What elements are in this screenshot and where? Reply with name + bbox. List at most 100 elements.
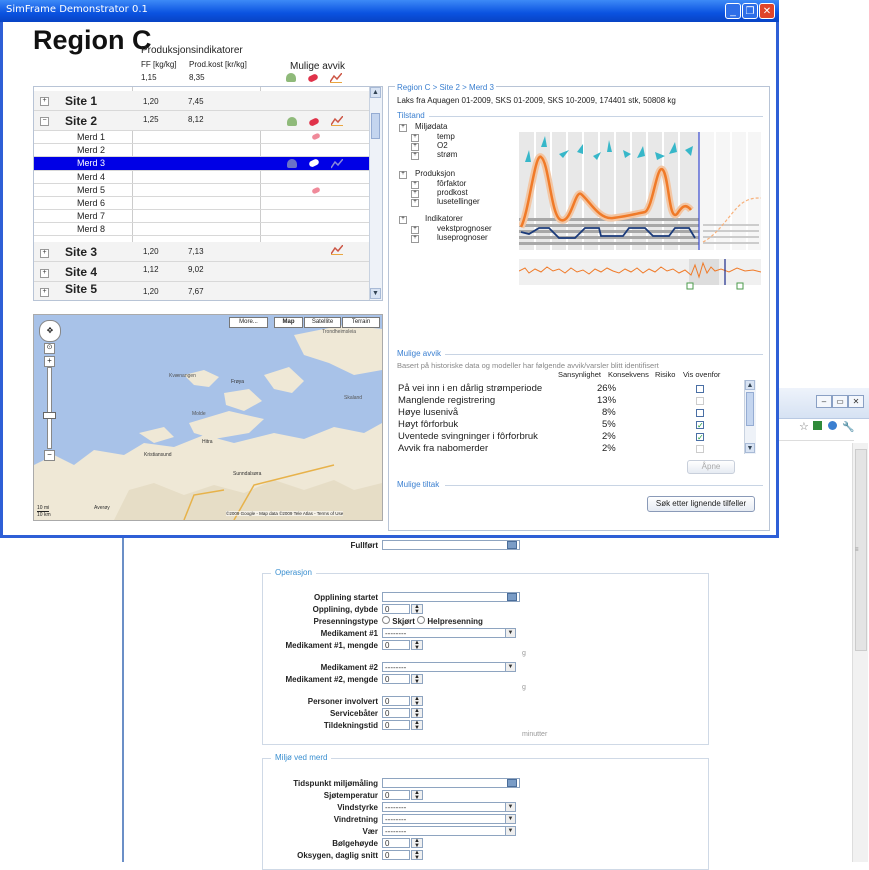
- restore-icon[interactable]: ❐: [742, 3, 758, 19]
- tree-row-merd-7[interactable]: Merd 7: [34, 210, 369, 223]
- chevron-down-icon[interactable]: ▼: [505, 629, 515, 637]
- tree-prodkost[interactable]: prodkost: [437, 188, 468, 197]
- map-map-button[interactable]: Map: [274, 317, 303, 328]
- tree-row-merd-3[interactable]: Merd 3: [34, 157, 369, 171]
- map-terrain-button[interactable]: Terrain: [342, 317, 380, 328]
- map-view[interactable]: ✥ ⊙ + − More... Map Satellite Terrain Kv…: [33, 314, 383, 521]
- tree-temp[interactable]: temp: [437, 132, 455, 141]
- expand-icon[interactable]: +: [411, 143, 419, 151]
- tree-row-merd-1[interactable]: Merd 1: [34, 131, 369, 144]
- tree-scrollbar[interactable]: ▲ ▼: [369, 87, 382, 300]
- tree-row-merd-8[interactable]: Merd 8: [34, 223, 369, 236]
- expand-icon[interactable]: +: [411, 181, 419, 189]
- avvik-row[interactable]: Høyt fôrforbuk 5% ✓: [396, 419, 741, 430]
- tree-vekstprognoser[interactable]: vekstprognoser: [437, 224, 492, 233]
- zoom-in-icon[interactable]: +: [44, 356, 55, 367]
- browser-scrollbar[interactable]: ≡: [852, 443, 868, 862]
- medikament2-select[interactable]: -------- ▼: [382, 662, 516, 672]
- page-icon[interactable]: [827, 421, 837, 430]
- expand-icon[interactable]: +: [411, 199, 419, 207]
- spinner-icon[interactable]: ▲ ▼: [411, 604, 423, 615]
- search-similar-button[interactable]: Søk etter lignende tilfeller: [647, 496, 755, 512]
- chevron-down-icon[interactable]: ▼: [505, 663, 515, 671]
- avvik-row[interactable]: På vei inn i en dårlig strømperiode 26%: [396, 383, 741, 394]
- bolgehoyde-input[interactable]: 0: [382, 838, 410, 848]
- timeline-strip[interactable]: [519, 259, 761, 293]
- expand-icon[interactable]: +: [411, 235, 419, 243]
- radio-helpresenning[interactable]: [417, 616, 426, 624]
- tree-row-merd-2[interactable]: Merd 2: [34, 144, 369, 157]
- medikament1-select[interactable]: -------- ▼: [382, 628, 516, 638]
- medicine-icon[interactable]: [311, 132, 321, 141]
- expand-icon[interactable]: +: [40, 249, 49, 258]
- pan-control-icon[interactable]: ✥: [39, 320, 61, 342]
- tree-lusetellinger[interactable]: lusetellinger: [437, 197, 480, 206]
- calendar-icon[interactable]: [507, 593, 517, 601]
- vis-checkbox[interactable]: [696, 397, 704, 405]
- spinner-icon[interactable]: ▲ ▼: [411, 708, 423, 719]
- spinner-icon[interactable]: ▲ ▼: [411, 674, 423, 685]
- medicine-icon[interactable]: [308, 158, 320, 168]
- spinner-icon[interactable]: ▲ ▼: [411, 838, 423, 849]
- zoom-slider[interactable]: [47, 367, 52, 449]
- tree-row-site-5[interactable]: + Site 5 1,20 7,67: [34, 282, 369, 300]
- tildekningstid-input[interactable]: 0: [382, 720, 410, 730]
- radio-skjort[interactable]: [382, 616, 390, 624]
- vis-checkbox-checked[interactable]: ✓: [696, 433, 704, 442]
- chart-warning-icon[interactable]: [330, 158, 344, 171]
- medikament2-mengde-input[interactable]: 0: [382, 674, 410, 684]
- expand-icon[interactable]: +: [40, 288, 49, 297]
- tree-miljodata[interactable]: Miljødata: [415, 122, 447, 131]
- spinner-icon[interactable]: ▲ ▼: [411, 696, 423, 707]
- star-icon[interactable]: ☆: [799, 421, 809, 433]
- spinner-icon[interactable]: ▲ ▼: [411, 720, 423, 731]
- chart-warning-icon[interactable]: [330, 244, 344, 257]
- expand-icon[interactable]: +: [399, 124, 407, 132]
- tree-luseprognoser[interactable]: luseprognoser: [437, 233, 488, 242]
- tree-row-merd-4[interactable]: Merd 4: [34, 171, 369, 184]
- vis-checkbox[interactable]: [696, 409, 704, 417]
- tree-row-site-1[interactable]: + Site 1 1,20 7,45: [34, 91, 369, 111]
- tree-row-merd-6[interactable]: Merd 6: [34, 197, 369, 210]
- chevron-down-icon[interactable]: ▼: [505, 803, 515, 811]
- home-icon[interactable]: ⊙: [44, 343, 55, 354]
- tree-row-site-3[interactable]: + Site 3 1,20 7,13: [34, 242, 369, 262]
- vindstyrke-select[interactable]: -------- ▼: [382, 802, 516, 812]
- expand-icon[interactable]: +: [411, 134, 419, 142]
- calendar-icon[interactable]: [507, 541, 517, 549]
- scroll-thumb[interactable]: [746, 392, 754, 426]
- fish-health-icon[interactable]: [287, 159, 297, 168]
- vis-checkbox[interactable]: [696, 445, 704, 453]
- opplining-startet-input[interactable]: [382, 592, 520, 602]
- tree-forfaktor[interactable]: fôrfaktor: [437, 179, 466, 188]
- tree-indikatorer[interactable]: Indikatorer: [425, 214, 463, 223]
- medicine-icon[interactable]: [311, 186, 321, 195]
- map-satellite-button[interactable]: Satellite: [304, 317, 341, 328]
- personer-input[interactable]: 0: [382, 696, 410, 706]
- wrench-icon[interactable]: 🔧: [842, 422, 854, 433]
- avvik-row[interactable]: Avvik fra nabomerder 2%: [396, 443, 741, 454]
- chevron-up-icon[interactable]: ▲: [370, 87, 381, 98]
- close-icon[interactable]: ✕: [848, 395, 864, 408]
- expand-icon[interactable]: +: [399, 171, 407, 179]
- fish-health-icon[interactable]: [286, 73, 296, 82]
- vis-checkbox-checked[interactable]: ✓: [696, 421, 704, 430]
- avvik-scrollbar[interactable]: ▲ ▼: [744, 380, 756, 454]
- vaer-select[interactable]: -------- ▼: [382, 826, 516, 836]
- expand-icon[interactable]: +: [411, 152, 419, 160]
- tree-row-merd-5[interactable]: Merd 5: [34, 184, 369, 197]
- spinner-icon[interactable]: ▲ ▼: [411, 850, 423, 861]
- spinner-icon[interactable]: ▲ ▼: [411, 640, 423, 651]
- collapse-icon[interactable]: −: [40, 117, 49, 126]
- breadcrumb[interactable]: Region C > Site 2 > Merd 3: [395, 83, 496, 92]
- opplining-dybde-input[interactable]: 0: [382, 604, 410, 614]
- tree-produksjon[interactable]: Produksjon: [415, 169, 455, 178]
- minimize-icon[interactable]: _: [725, 3, 741, 19]
- expand-icon[interactable]: +: [411, 226, 419, 234]
- state-chart[interactable]: [519, 132, 761, 252]
- servicebater-input[interactable]: 0: [382, 708, 410, 718]
- map-more-button[interactable]: More...: [229, 317, 268, 328]
- medicine-icon[interactable]: [308, 117, 320, 127]
- apne-button[interactable]: Åpne: [687, 460, 735, 474]
- expand-icon[interactable]: +: [40, 97, 49, 106]
